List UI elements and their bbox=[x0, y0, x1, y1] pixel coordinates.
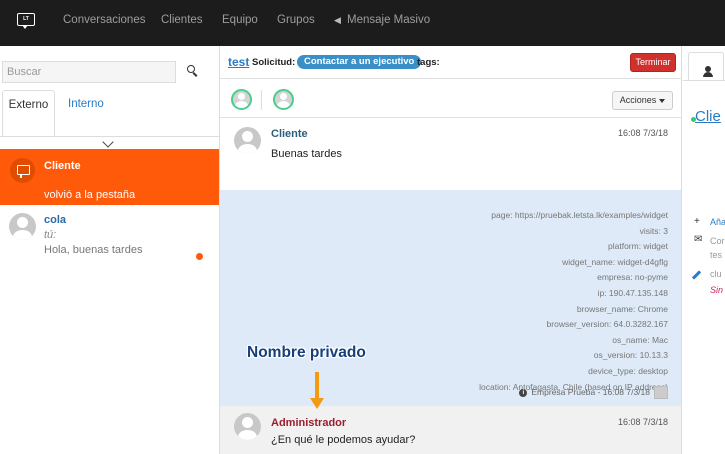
conversation-sender: tú: bbox=[44, 229, 57, 241]
user-avatar bbox=[9, 213, 36, 240]
metadata-line: visits: 3 bbox=[639, 225, 668, 236]
conversation-item-active[interactable]: Cliente volvió a la pestaña bbox=[0, 149, 219, 205]
plus-icon: + bbox=[694, 216, 700, 227]
chat-panel: test Solicitud: Contactar a un ejecutivo… bbox=[219, 46, 682, 454]
top-navbar: LT Conversaciones Clientes Equipo Grupos… bbox=[0, 0, 725, 46]
user-icon bbox=[703, 66, 713, 77]
metadata-line: empresa: no-pyme bbox=[597, 272, 668, 283]
actions-label: Acciones bbox=[619, 95, 657, 105]
conversation-title[interactable]: test bbox=[228, 55, 249, 69]
user-avatar bbox=[234, 413, 261, 440]
participant-avatar[interactable] bbox=[231, 89, 252, 110]
right-tabs-divider bbox=[683, 80, 725, 81]
message-time: 16:08 7/3/18 bbox=[617, 417, 668, 427]
metadata-line: widget_name: widget-d4gflg bbox=[562, 256, 668, 267]
nav-mensaje-masivo[interactable]: ◀ Mensaje Masivo bbox=[334, 14, 430, 26]
pencil-icon[interactable] bbox=[691, 270, 702, 280]
request-badge: Contactar a un ejecutivo bbox=[297, 55, 422, 69]
metadata-line: os_version: 10.13.3 bbox=[593, 350, 668, 361]
participant-avatar[interactable] bbox=[273, 89, 294, 110]
actions-dropdown-button[interactable]: Acciones bbox=[612, 91, 673, 110]
user-avatar bbox=[234, 127, 261, 154]
metadata-footer-text: Empresa Prueba - 16:08 7/3/18 bbox=[531, 387, 650, 397]
contact-row: tes bbox=[710, 250, 723, 260]
tab-client-profile[interactable] bbox=[688, 52, 724, 81]
metadata-line: ip: 190.47.135.148 bbox=[597, 287, 668, 298]
chevron-down-icon[interactable] bbox=[102, 136, 114, 148]
conversations-sidebar: Externo Interno Cliente volvió a la pest… bbox=[0, 46, 219, 454]
company-avatar bbox=[654, 386, 668, 399]
nav-clientes[interactable]: Clientes bbox=[161, 14, 203, 26]
conversation-name: cola bbox=[44, 214, 67, 226]
metadata-footer: i Empresa Prueba - 16:08 7/3/18 bbox=[519, 387, 650, 397]
megaphone-icon: ◀ bbox=[334, 15, 341, 25]
request-label: Solicitud: bbox=[252, 57, 296, 68]
participants-divider bbox=[261, 90, 262, 110]
client-info-panel: Clie + Aña ✉ Cor tes clu Sin bbox=[683, 46, 725, 454]
metadata-line: browser_name: Chrome bbox=[576, 303, 668, 314]
envelope-icon: ✉ bbox=[694, 234, 703, 245]
chat-bubble-icon bbox=[10, 158, 35, 183]
metadata-line: platform: widget bbox=[608, 241, 668, 252]
client-field-empty: Sin bbox=[710, 285, 724, 295]
annotation-arrow bbox=[315, 372, 319, 399]
annotation-arrow-head bbox=[310, 398, 324, 409]
client-field: clu bbox=[710, 269, 722, 279]
unread-indicator bbox=[196, 253, 203, 260]
tags-label: tags: bbox=[417, 57, 440, 68]
message-text: Buenas tardes bbox=[271, 148, 342, 160]
nav-grupos[interactable]: Grupos bbox=[277, 14, 315, 26]
app-logo[interactable]: LT bbox=[17, 13, 35, 29]
nav-equipo[interactable]: Equipo bbox=[222, 14, 258, 26]
message-client: Cliente 16:08 7/3/18 Buenas tardes bbox=[220, 118, 681, 190]
metadata-line: device_type: desktop bbox=[588, 365, 668, 376]
visitor-metadata-panel: page: https://pruebak.letsta.lk/examples… bbox=[220, 190, 681, 406]
message-admin: Administrador 16:08 7/3/18 ¿En qué le po… bbox=[220, 406, 681, 454]
metadata-line: browser_version: 64.0.3282.167 bbox=[546, 319, 668, 330]
metadata-list: page: https://pruebak.letsta.lk/examples… bbox=[479, 208, 668, 395]
message-text: ¿En qué le podemos ayudar? bbox=[271, 434, 416, 446]
nav-conversaciones[interactable]: Conversaciones bbox=[63, 14, 145, 26]
message-author: Administrador bbox=[271, 417, 347, 429]
contact-row: Cor bbox=[710, 236, 725, 246]
metadata-line: page: https://pruebak.letsta.lk/examples… bbox=[491, 210, 668, 220]
message-author: Cliente bbox=[271, 128, 308, 140]
client-name-link[interactable]: Clie bbox=[695, 108, 721, 125]
conversation-preview: Hola, buenas tardes bbox=[44, 244, 143, 256]
conversation-name: Cliente bbox=[44, 160, 81, 172]
search-button[interactable] bbox=[182, 62, 202, 82]
header-divider bbox=[220, 78, 681, 79]
search-input[interactable] bbox=[2, 61, 176, 83]
metadata-line: os_name: Mac bbox=[612, 334, 668, 345]
conversation-status: volvió a la pestaña bbox=[44, 189, 136, 201]
caret-down-icon bbox=[659, 98, 666, 103]
tab-interno[interactable]: Interno bbox=[68, 90, 104, 137]
nav-mensaje-masivo-label: Mensaje Masivo bbox=[347, 14, 431, 26]
info-icon: i bbox=[519, 388, 528, 397]
conversation-item[interactable]: cola tú: Hola, buenas tardes bbox=[0, 205, 219, 265]
add-link[interactable]: Aña bbox=[710, 217, 725, 227]
private-name-annotation: Nombre privado bbox=[247, 344, 366, 361]
message-time: 16:08 7/3/18 bbox=[617, 128, 668, 138]
end-conversation-button[interactable]: Terminar bbox=[630, 53, 676, 72]
tab-externo[interactable]: Externo bbox=[2, 90, 55, 137]
